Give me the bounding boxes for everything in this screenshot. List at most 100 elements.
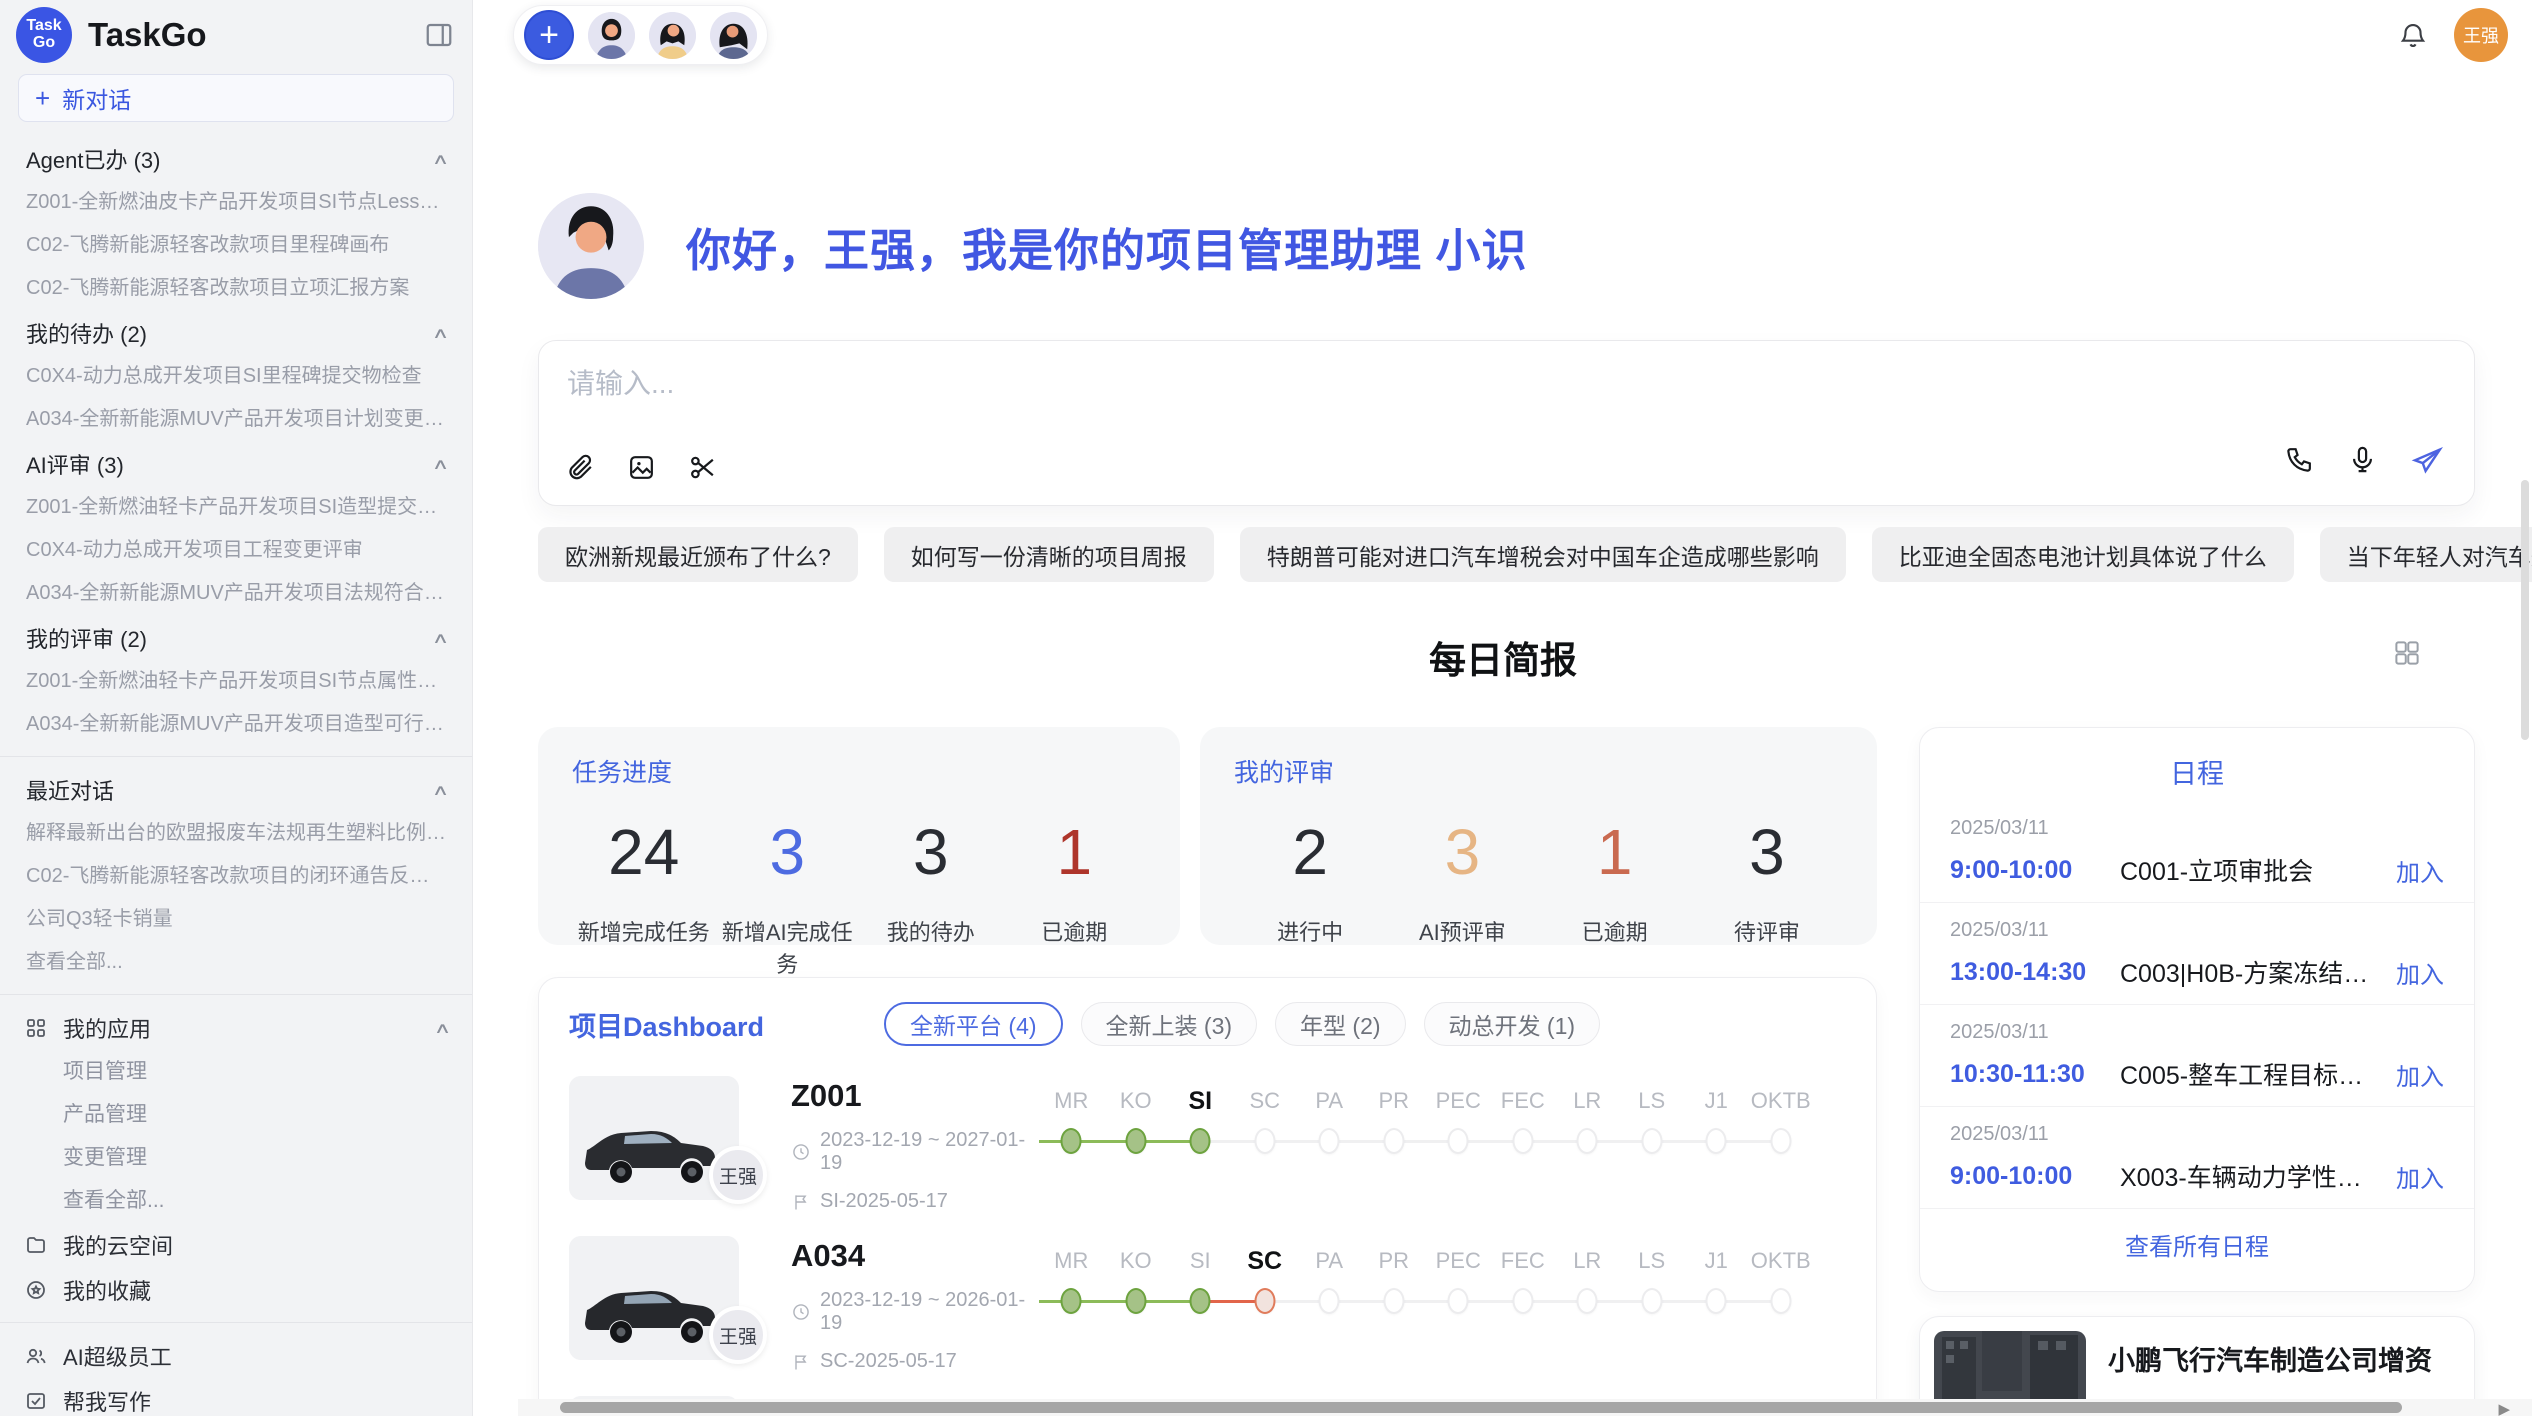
- milestone-KO[interactable]: KO: [1104, 1082, 1169, 1162]
- suggestion-chip[interactable]: 欧洲新规最近颁布了什么?: [538, 527, 858, 582]
- sidebar-item-view-all[interactable]: 查看全部...: [0, 941, 472, 984]
- scroll-right-arrow-icon[interactable]: ▶: [2498, 1400, 2510, 1416]
- milestone-LS[interactable]: LS: [1620, 1082, 1685, 1162]
- layout-grid-icon[interactable]: [2392, 638, 2422, 668]
- milestone-J1[interactable]: J1: [1684, 1082, 1749, 1162]
- sidebar-item[interactable]: C0X4-动力总成开发项目SI里程碑提交物检查: [0, 355, 472, 398]
- new-chat-button[interactable]: + 新对话: [18, 74, 454, 122]
- section-agent-done[interactable]: Agent已办 (3) ∧: [0, 136, 472, 181]
- suggestion-chip[interactable]: 比亚迪全固态电池计划具体说了什么: [1872, 527, 2294, 582]
- section-label: AI评审 (3): [26, 448, 124, 480]
- add-agent-button[interactable]: +: [524, 10, 574, 60]
- horizontal-scrollbar-thumb[interactable]: [560, 1402, 2402, 1413]
- milestone-PEC[interactable]: PEC: [1426, 1082, 1491, 1162]
- milestone-PR[interactable]: PR: [1362, 1082, 1427, 1162]
- sidebar-item[interactable]: A034-全新新能源MUV产品开发项目造型可行性评审: [0, 703, 472, 746]
- milestone-PEC[interactable]: PEC: [1426, 1242, 1491, 1322]
- sidebar-item-view-all-apps[interactable]: 查看全部...: [0, 1179, 472, 1222]
- join-link[interactable]: 加入: [2396, 1057, 2444, 1092]
- sidebar-item-favorites[interactable]: 我的收藏: [0, 1267, 472, 1312]
- milestone-LS[interactable]: LS: [1620, 1242, 1685, 1322]
- sidebar-item-my-apps[interactable]: 我的应用 ∧: [0, 1005, 472, 1050]
- sidebar-item-ai-employee[interactable]: AI超级员工: [0, 1333, 472, 1378]
- milestone-OKTB[interactable]: OKTB: [1749, 1082, 1814, 1162]
- suggestion-chip[interactable]: 当下年轻人对汽车外观有怎样的喜好趋势: [2320, 527, 2532, 582]
- user-avatar[interactable]: 王强: [2454, 8, 2508, 62]
- sidebar-item-project-mgmt[interactable]: 项目管理: [0, 1050, 472, 1093]
- phone-icon[interactable]: [2284, 444, 2315, 475]
- milestone-SI[interactable]: SI: [1168, 1242, 1233, 1322]
- milestone-FEC[interactable]: FEC: [1491, 1082, 1556, 1162]
- chevron-up-icon[interactable]: ∧: [432, 781, 450, 799]
- milestone-OKTB[interactable]: OKTB: [1749, 1242, 1814, 1322]
- attachment-icon[interactable]: [565, 452, 596, 483]
- sidebar-item[interactable]: A034-全新新能源MUV产品开发项目计划变更表编写: [0, 398, 472, 441]
- notification-bell-icon[interactable]: [2398, 20, 2428, 50]
- chevron-up-icon[interactable]: ∧: [434, 1019, 452, 1037]
- milestone-KO[interactable]: KO: [1104, 1242, 1169, 1322]
- agent-avatar-2[interactable]: [649, 12, 696, 59]
- sidebar-item[interactable]: C02-飞腾新能源轻客改款项目的闭环通告反馈情况: [0, 855, 472, 898]
- sidebar-item-change-mgmt[interactable]: 变更管理: [0, 1136, 472, 1179]
- project-row[interactable]: 王强 A034 2023-12-19 ~ 2026-01-19 SC-2025-…: [539, 1216, 1876, 1376]
- milestone-LR[interactable]: LR: [1555, 1082, 1620, 1162]
- section-my-todo[interactable]: 我的待办 (2) ∧: [0, 310, 472, 355]
- suggestion-chip[interactable]: 如何写一份清晰的项目周报: [884, 527, 1214, 582]
- sidebar-item[interactable]: C0X4-动力总成开发项目工程变更评审: [0, 529, 472, 572]
- agent-avatar-3[interactable]: [710, 12, 757, 59]
- sidebar-item[interactable]: C02-飞腾新能源轻客改款项目里程碑画布: [0, 224, 472, 267]
- chat-input[interactable]: [553, 349, 2460, 419]
- image-icon[interactable]: [626, 452, 657, 483]
- section-my-review[interactable]: 我的评审 (2) ∧: [0, 615, 472, 660]
- collapse-sidebar-icon[interactable]: [424, 20, 454, 50]
- milestone-MR[interactable]: MR: [1039, 1082, 1104, 1162]
- milestone-SI[interactable]: SI: [1168, 1082, 1233, 1162]
- view-all-schedule-link[interactable]: 查看所有日程: [1920, 1209, 2474, 1280]
- tab-year-model[interactable]: 年型 (2): [1275, 1002, 1406, 1046]
- sidebar-item-cloud-space[interactable]: 我的云空间: [0, 1222, 472, 1267]
- agent-avatar-1[interactable]: [588, 12, 635, 59]
- sidebar-item[interactable]: Z001-全新燃油皮卡产品开发项目SI节点Lesson Learn报告: [0, 181, 472, 224]
- milestone-LR[interactable]: LR: [1555, 1242, 1620, 1322]
- milestone-J1[interactable]: J1: [1684, 1242, 1749, 1322]
- microphone-icon[interactable]: [2347, 444, 2378, 475]
- chevron-up-icon[interactable]: ∧: [432, 455, 450, 473]
- milestone-dot: [1190, 1288, 1211, 1314]
- chevron-up-icon[interactable]: ∧: [432, 324, 450, 342]
- card-label: 任务进度: [572, 753, 1146, 789]
- milestone-SC[interactable]: SC: [1233, 1242, 1298, 1322]
- join-link[interactable]: 加入: [2396, 1159, 2444, 1194]
- tab-powertrain[interactable]: 动总开发 (1): [1424, 1002, 1601, 1046]
- milestone-PA[interactable]: PA: [1297, 1082, 1362, 1162]
- sidebar-item[interactable]: C02-飞腾新能源轻客改款项目立项汇报方案: [0, 267, 472, 310]
- suggestion-chip[interactable]: 特朗普可能对进口汽车增税会对中国车企造成哪些影响: [1240, 527, 1846, 582]
- milestone-MR[interactable]: MR: [1039, 1242, 1104, 1322]
- greeting-text: 你好，王强，我是你的项目管理助理 小识: [686, 214, 1528, 279]
- sidebar-item-product-mgmt[interactable]: 产品管理: [0, 1093, 472, 1136]
- milestone-SC[interactable]: SC: [1233, 1082, 1298, 1162]
- section-ai-review[interactable]: AI评审 (3) ∧: [0, 441, 472, 486]
- join-link[interactable]: 加入: [2396, 853, 2444, 888]
- project-row[interactable]: 王强 Z001 2023-12-19 ~ 2027-01-19 SI-2025-…: [539, 1056, 1876, 1216]
- horizontal-scrollbar[interactable]: ▶: [518, 1399, 2532, 1416]
- tab-new-platform[interactable]: 全新平台 (4): [884, 1002, 1063, 1046]
- scissors-icon[interactable]: [687, 452, 718, 483]
- tab-new-body[interactable]: 全新上装 (3): [1081, 1002, 1258, 1046]
- sidebar-item[interactable]: 公司Q3轻卡销量: [0, 898, 472, 941]
- chevron-up-icon[interactable]: ∧: [432, 150, 450, 168]
- milestone-dot: [1577, 1128, 1598, 1154]
- sidebar-item[interactable]: Z001-全新燃油轻卡产品开发项目SI节点属性5D文件评审: [0, 660, 472, 703]
- sidebar-item-help-write[interactable]: 帮我写作: [0, 1378, 472, 1416]
- sidebar-item[interactable]: 解释最新出台的欧盟报废车法规再生塑料比例被调至15%...: [0, 812, 472, 855]
- send-button[interactable]: [2410, 444, 2444, 483]
- sidebar-item[interactable]: A034-全新新能源MUV产品开发项目法规符合性评审: [0, 572, 472, 615]
- milestone-PA[interactable]: PA: [1297, 1242, 1362, 1322]
- section-recent-chats[interactable]: 最近对话 ∧: [0, 767, 472, 812]
- chevron-up-icon[interactable]: ∧: [432, 629, 450, 647]
- milestone-PR[interactable]: PR: [1362, 1242, 1427, 1322]
- join-link[interactable]: 加入: [2396, 955, 2444, 990]
- milestone-label: PA: [1297, 1082, 1362, 1120]
- milestone-FEC[interactable]: FEC: [1491, 1242, 1556, 1322]
- sidebar-item[interactable]: Z001-全新燃油轻卡产品开发项目SI造型提交物评审: [0, 486, 472, 529]
- vertical-scrollbar-thumb[interactable]: [2521, 480, 2529, 740]
